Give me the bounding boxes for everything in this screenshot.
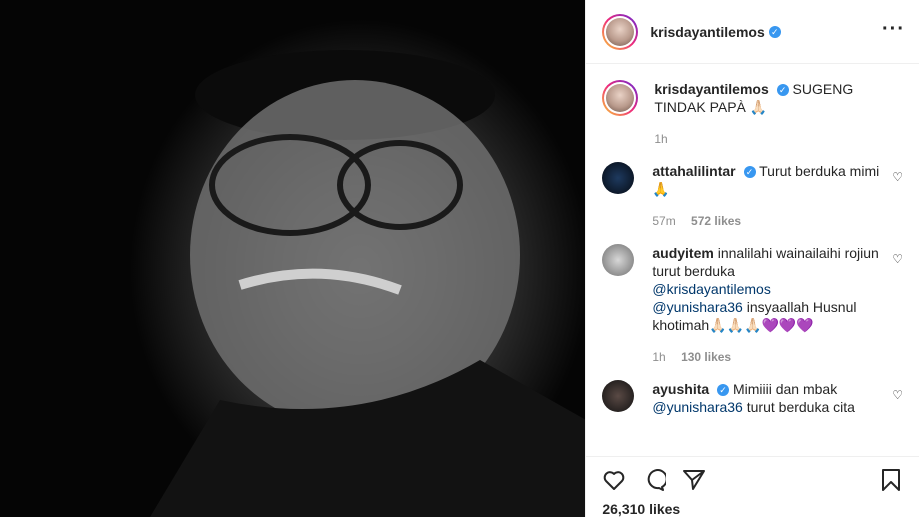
heart-icon[interactable]: ♡ [892, 252, 903, 266]
avatar[interactable] [602, 13, 639, 50]
more-icon[interactable]: ··· [882, 18, 905, 41]
bookmark-icon[interactable] [879, 468, 903, 492]
heart-icon[interactable]: ♡ [892, 170, 903, 184]
comment-likes[interactable]: 572 likes [691, 214, 741, 228]
comment-time: 57m [652, 214, 676, 228]
caption-time: 1h [654, 132, 668, 146]
list-item: ayushita ✓ Mimiiii dan mbak @yunishara36… [602, 380, 903, 416]
portrait-illustration [150, 50, 586, 517]
comment-username[interactable]: ayushita [652, 381, 709, 397]
heart-icon[interactable] [602, 468, 626, 492]
verified-icon: ✓ [776, 84, 789, 97]
comment-icon[interactable] [642, 468, 667, 492]
heart-icon[interactable]: ♡ [892, 388, 903, 402]
avatar[interactable] [602, 380, 635, 412]
post-side-panel: krisdayantilemos ✓ ··· krisdayantilemos … [585, 0, 919, 517]
list-item: audyitem innalilahi wainailaihi rojiun t… [602, 244, 903, 366]
post-view: krisdayantilemos ✓ ··· krisdayantilemos … [0, 0, 919, 517]
avatar[interactable] [602, 80, 639, 116]
avatar[interactable] [602, 244, 635, 276]
share-icon[interactable] [682, 468, 706, 492]
verified-icon: ✓ [768, 25, 781, 38]
comment-username[interactable]: attahalilintar [652, 163, 735, 179]
likes-count[interactable]: 26,310 likes [602, 501, 903, 517]
comment-text: turut berduka cita [746, 399, 855, 415]
header-username[interactable]: krisdayantilemos [650, 24, 764, 40]
mention-link[interactable]: @krisdayantilemos [652, 281, 770, 297]
mention-link[interactable]: @yunishara36 [652, 399, 743, 415]
comment-likes[interactable]: 130 likes [681, 350, 731, 364]
post-photo[interactable] [0, 0, 586, 517]
comment-time: 1h [652, 350, 666, 364]
caption-username[interactable]: krisdayantilemos [654, 81, 768, 97]
verified-icon: ✓ [717, 384, 730, 397]
comments-list[interactable]: krisdayantilemos ✓ SUGENG TINDAK PAPÀ 🙏🏻… [586, 64, 919, 456]
comment-username[interactable]: audyitem [652, 245, 713, 261]
avatar[interactable] [602, 162, 635, 194]
comment-meta: 1h 130 likes [652, 348, 887, 366]
mention-link[interactable]: @yunishara36 [652, 299, 743, 315]
list-item: attahalilintar ✓ Turut berduka mimi 🙏 57… [602, 162, 903, 230]
caption: krisdayantilemos ✓ SUGENG TINDAK PAPÀ 🙏🏻… [602, 80, 903, 148]
verified-icon: ✓ [743, 166, 756, 179]
comment-text: Mimiiii dan mbak [732, 381, 838, 397]
action-bar: 26,310 likes [586, 456, 919, 517]
post-header: krisdayantilemos ✓ ··· [586, 0, 919, 64]
comment-meta: 57m 572 likes [652, 212, 887, 230]
